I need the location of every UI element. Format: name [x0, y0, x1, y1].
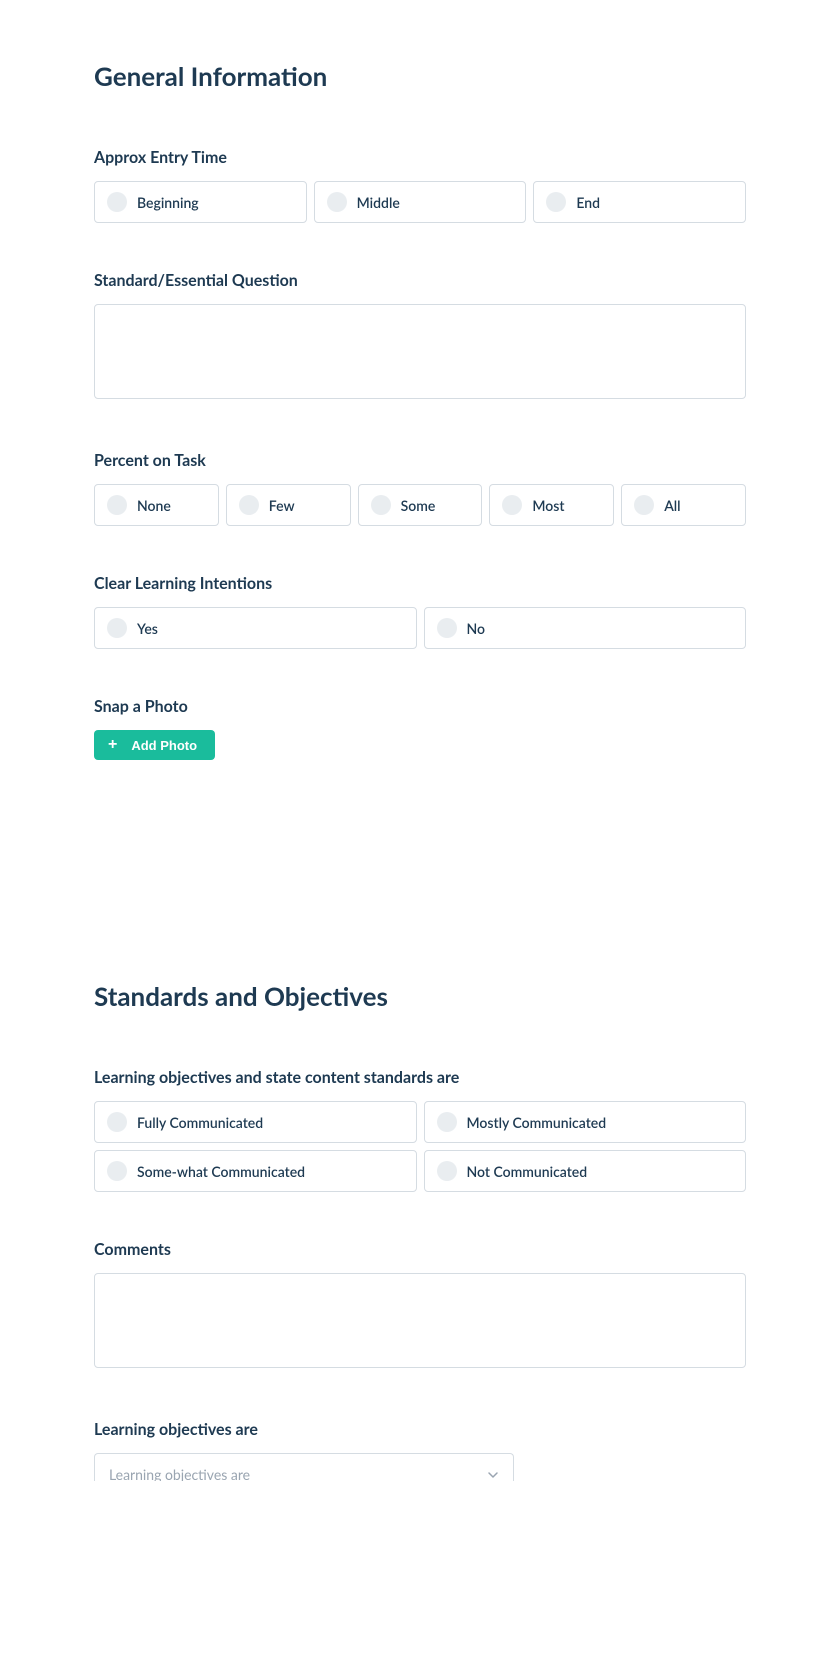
radio-icon	[107, 192, 127, 212]
radio-entry-end[interactable]: End	[533, 181, 746, 223]
section-title-standards: Standards and Objectives	[94, 980, 746, 1012]
radio-icon	[437, 1112, 457, 1132]
radio-label: No	[467, 620, 486, 637]
radio-label: End	[576, 194, 600, 211]
field-photo: Snap a Photo + Add Photo	[94, 697, 746, 760]
radio-task-all[interactable]: All	[621, 484, 746, 526]
radio-icon	[327, 192, 347, 212]
radio-task-few[interactable]: Few	[226, 484, 351, 526]
radio-icon	[107, 618, 127, 638]
radio-comm-not[interactable]: Not Communicated	[424, 1150, 747, 1192]
add-photo-button[interactable]: + Add Photo	[94, 730, 215, 760]
radio-icon	[634, 495, 654, 515]
radio-intentions-yes[interactable]: Yes	[94, 607, 417, 649]
field-entry-time: Approx Entry Time Beginning Middle End	[94, 148, 746, 223]
label-comments: Comments	[94, 1240, 746, 1259]
label-objectives-standards: Learning objectives and state content st…	[94, 1068, 746, 1087]
label-learning-objectives: Learning objectives are	[94, 1420, 746, 1439]
label-entry-time: Approx Entry Time	[94, 148, 746, 167]
select-learning-objectives[interactable]: Learning objectives are	[94, 1453, 514, 1481]
radio-icon	[437, 1161, 457, 1181]
radio-task-some[interactable]: Some	[358, 484, 483, 526]
radio-entry-middle[interactable]: Middle	[314, 181, 527, 223]
field-comments: Comments	[94, 1240, 746, 1372]
radio-label: Beginning	[137, 194, 199, 211]
textarea-essential-question[interactable]	[94, 304, 746, 399]
radio-label: Some-what Communicated	[137, 1163, 305, 1180]
field-clear-intentions: Clear Learning Intentions Yes No	[94, 574, 746, 649]
radio-icon	[437, 618, 457, 638]
radio-icon	[107, 1161, 127, 1181]
add-photo-label: Add Photo	[131, 738, 197, 753]
label-essential-question: Standard/Essential Question	[94, 271, 746, 290]
radio-label: Not Communicated	[467, 1163, 588, 1180]
radio-task-most[interactable]: Most	[489, 484, 614, 526]
radio-comm-mostly[interactable]: Mostly Communicated	[424, 1101, 747, 1143]
radio-label: Fully Communicated	[137, 1114, 263, 1131]
field-percent-on-task: Percent on Task None Few Some Most All	[94, 451, 746, 526]
radio-intentions-no[interactable]: No	[424, 607, 747, 649]
radio-icon	[371, 495, 391, 515]
field-learning-objectives: Learning objectives are Learning objecti…	[94, 1420, 746, 1481]
field-objectives-standards: Learning objectives and state content st…	[94, 1068, 746, 1192]
radio-label: None	[137, 497, 171, 514]
radio-label: Middle	[357, 194, 400, 211]
radio-label: Few	[269, 497, 295, 514]
radio-label: Some	[401, 497, 436, 514]
radio-icon	[107, 1112, 127, 1132]
radio-comm-fully[interactable]: Fully Communicated	[94, 1101, 417, 1143]
radio-icon	[546, 192, 566, 212]
radio-label: All	[664, 497, 680, 514]
radio-icon	[239, 495, 259, 515]
radio-icon	[107, 495, 127, 515]
radio-comm-somewhat[interactable]: Some-what Communicated	[94, 1150, 417, 1192]
field-essential-question: Standard/Essential Question	[94, 271, 746, 403]
section-title-general: General Information	[94, 60, 746, 92]
chevron-down-icon	[487, 1469, 499, 1481]
radio-task-none[interactable]: None	[94, 484, 219, 526]
radio-entry-beginning[interactable]: Beginning	[94, 181, 307, 223]
label-percent-on-task: Percent on Task	[94, 451, 746, 470]
textarea-comments[interactable]	[94, 1273, 746, 1368]
radio-label: Most	[532, 497, 564, 514]
radio-label: Yes	[137, 620, 158, 637]
select-placeholder: Learning objectives are	[109, 1466, 250, 1481]
label-clear-intentions: Clear Learning Intentions	[94, 574, 746, 593]
label-photo: Snap a Photo	[94, 697, 746, 716]
plus-icon: +	[108, 737, 117, 753]
radio-label: Mostly Communicated	[467, 1114, 607, 1131]
radio-icon	[502, 495, 522, 515]
